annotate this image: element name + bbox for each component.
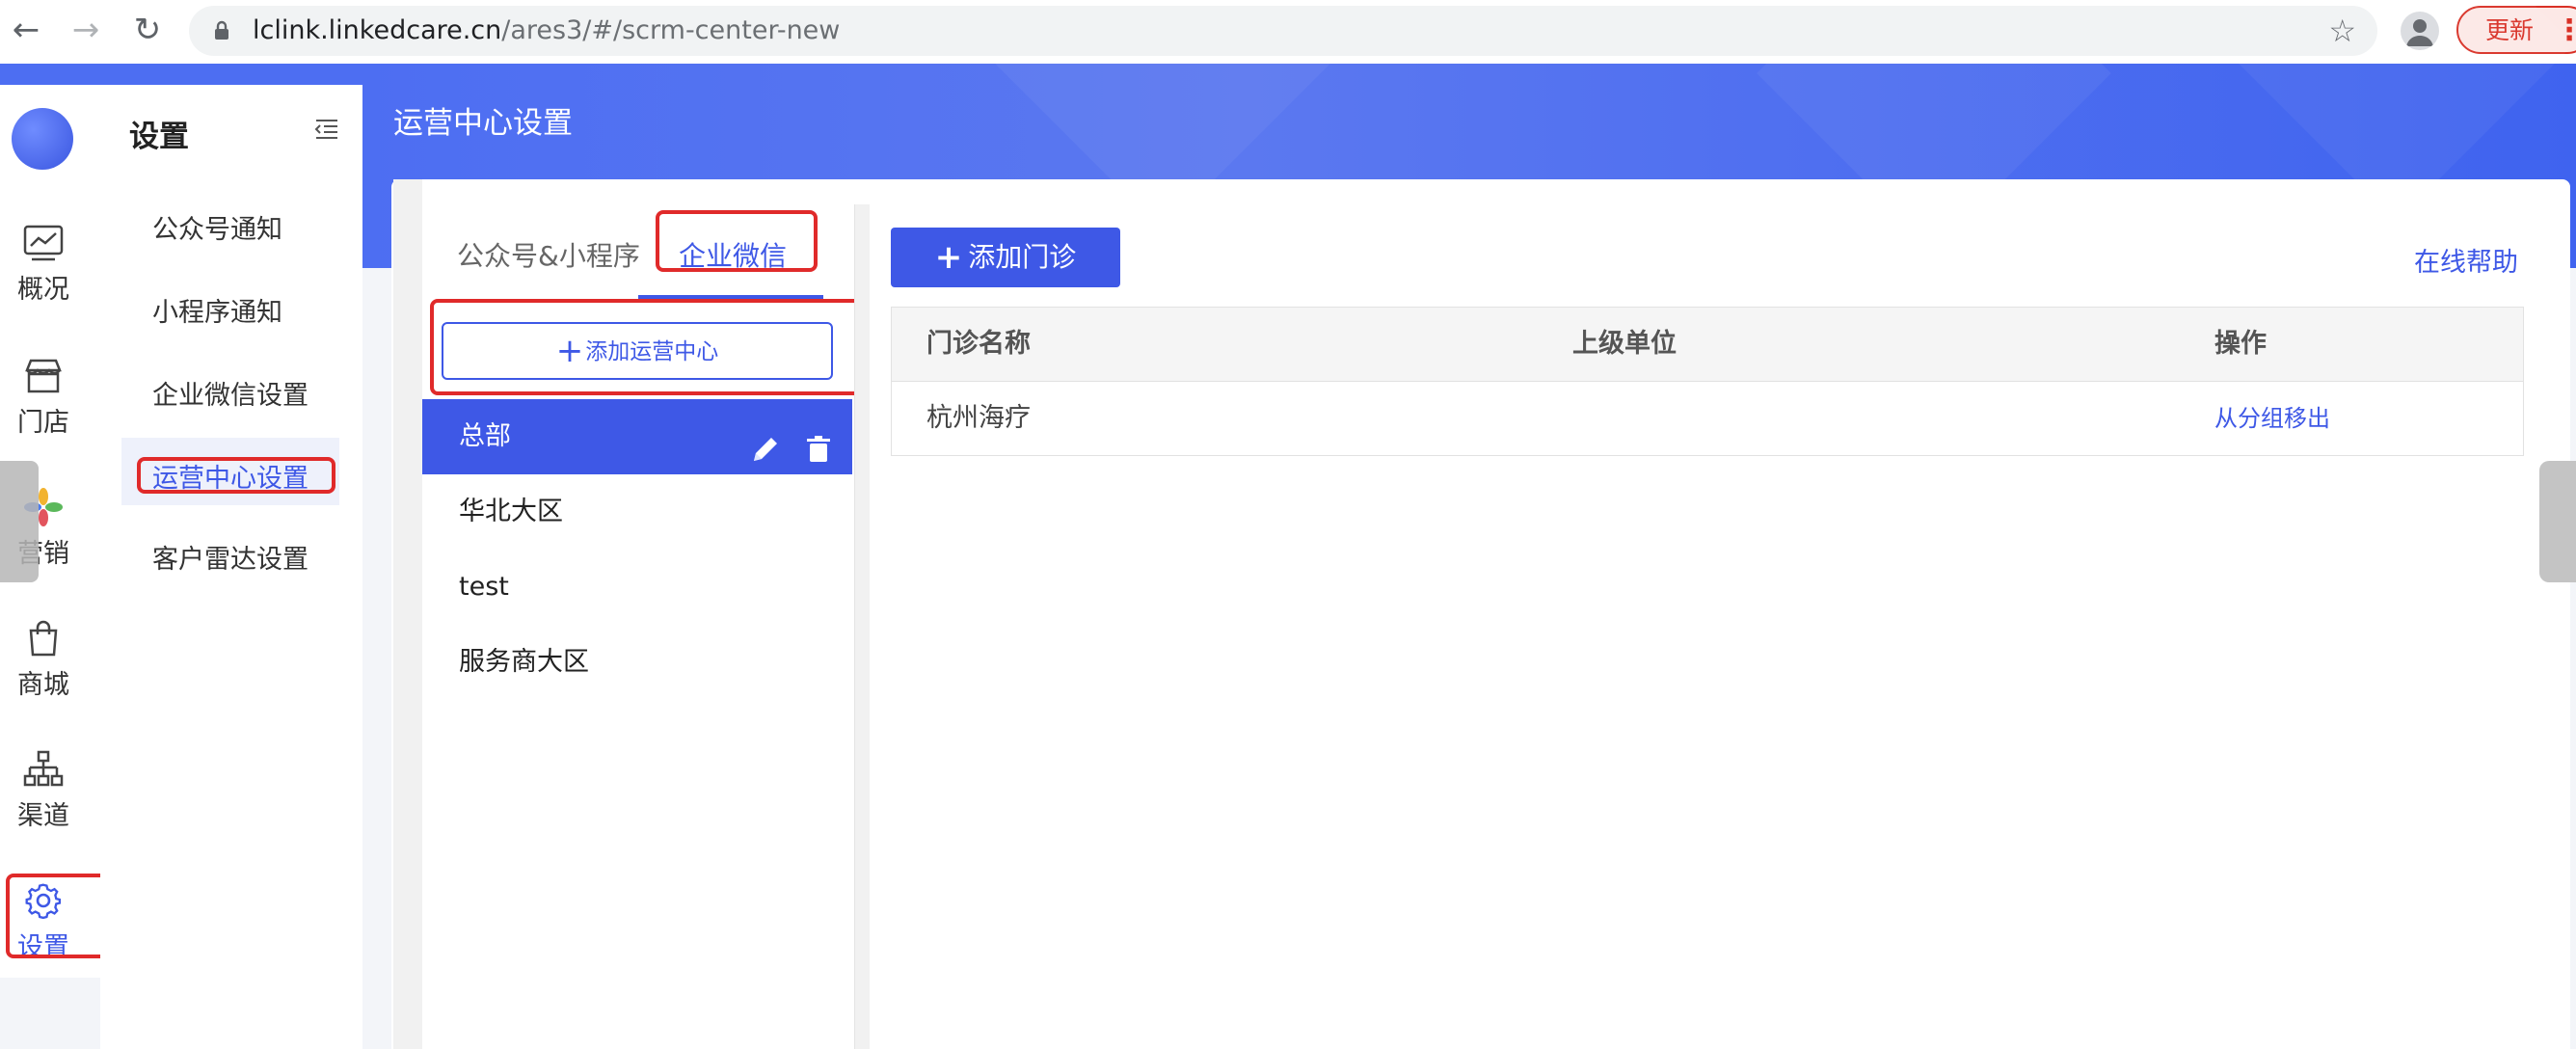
table-row: 杭州海疗 从分组移出 — [892, 382, 2523, 455]
submenu-item-miniapp-notify[interactable]: 小程序通知 — [152, 291, 282, 329]
right-scroll-handle[interactable] — [2539, 461, 2576, 582]
collapse-menu-icon[interactable] — [314, 118, 339, 141]
url-text: lclink.linkedcare.cn/ares3/#/scrm-center… — [253, 15, 841, 45]
card-gutter — [393, 179, 422, 1049]
submenu-item-mp-notify[interactable]: 公众号通知 — [152, 208, 282, 246]
page-title: 运营中心设置 — [393, 106, 573, 141]
tab-mp-miniapp[interactable]: 公众号&小程序 — [457, 235, 640, 274]
panel-divider — [854, 204, 870, 1049]
shopping-bag-icon — [29, 620, 58, 657]
column-header: 上级单位 — [1572, 329, 1677, 359]
group-item[interactable]: 服务商大区 — [422, 625, 852, 700]
edit-pencil-icon[interactable] — [749, 420, 782, 461]
plus-icon: + — [934, 238, 963, 277]
forward-icon[interactable]: → — [69, 12, 102, 48]
reload-icon[interactable]: ↻ — [131, 12, 164, 48]
add-clinic-button[interactable]: + 添加门诊 — [891, 228, 1120, 287]
rail-item-overview[interactable]: 概况 — [0, 224, 87, 306]
clinic-table: 门诊名称 上级单位 操作 杭州海疗 从分组移出 — [891, 307, 2524, 456]
lock-icon — [215, 20, 228, 40]
chart-icon — [23, 225, 64, 261]
group-item[interactable]: 华北大区 — [422, 474, 852, 550]
annotation-wecom-tab — [656, 210, 818, 272]
channel-icon — [23, 750, 64, 787]
column-header: 操作 — [2214, 329, 2267, 359]
store-icon — [25, 359, 62, 393]
rail-item-mall[interactable]: 商城 — [0, 619, 87, 701]
annotation-add-ops-center — [430, 299, 862, 395]
left-scroll-handle[interactable] — [0, 461, 39, 582]
group-item[interactable]: test — [422, 550, 852, 625]
clinic-name-cell: 杭州海疗 — [926, 403, 1031, 433]
submenu-item-radar[interactable]: 客户雷达设置 — [152, 538, 309, 576]
submenu-item-wecom-settings[interactable]: 企业微信设置 — [152, 374, 309, 412]
group-item[interactable]: 总部 — [422, 399, 852, 474]
rail-item-channel[interactable]: 渠道 — [0, 750, 87, 832]
table-header: 门诊名称 上级单位 操作 — [892, 308, 2523, 382]
header-strip — [0, 64, 362, 85]
remove-from-group-link[interactable]: 从分组移出 — [2214, 382, 2330, 455]
rail-item-store[interactable]: 门店 — [0, 357, 87, 439]
online-help-link[interactable]: 在线帮助 — [2414, 241, 2518, 279]
back-icon[interactable]: ← — [10, 12, 42, 48]
trash-icon[interactable] — [802, 420, 835, 462]
column-header: 门诊名称 — [926, 329, 1031, 359]
submenu-title: 设置 — [129, 120, 189, 154]
app-logo[interactable] — [12, 108, 73, 170]
annotation-ops-center-menu — [137, 457, 335, 494]
